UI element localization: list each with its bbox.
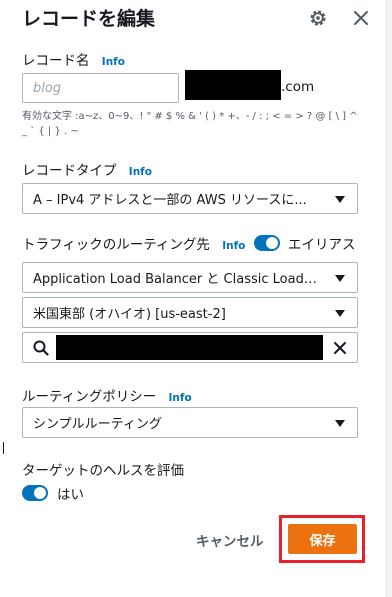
cancel-button[interactable]: キャンセル: [196, 530, 264, 550]
caret-down-icon: [335, 275, 345, 282]
domain-suffix: .com: [281, 79, 315, 95]
routing-policy-info-link[interactable]: Info: [169, 392, 192, 404]
endpoint-type-select[interactable]: Application Load Balancer と Classic Load…: [22, 262, 358, 293]
record-type-value: A – IPv4 アドレスと一部の AWS リソースに...: [33, 193, 307, 208]
region-select[interactable]: 米国東部 (オハイオ) [us-east-2]: [22, 297, 358, 328]
routing-policy-label: ルーティングポリシー Info: [22, 385, 192, 405]
record-type-label-text: レコードタイプ: [22, 163, 117, 179]
search-icon: [33, 340, 49, 356]
record-type-select[interactable]: A – IPv4 アドレスと一部の AWS リソースに...: [22, 183, 358, 214]
traffic-routing-info-link[interactable]: Info: [222, 240, 245, 252]
record-name-label: レコード名 Info: [22, 49, 125, 69]
health-check-toggle[interactable]: [22, 485, 48, 501]
record-name-hint: 有効な文字 :a~z、0~9、! " # $ % & ' ( ) * +、- /…: [22, 111, 358, 137]
record-name-info-link[interactable]: Info: [102, 56, 125, 68]
close-icon[interactable]: [350, 7, 372, 29]
caret-down-icon: [335, 420, 345, 427]
endpoint-type-value: Application Load Balancer と Classic Load…: [33, 272, 319, 287]
health-check-toggle-label: はい: [57, 487, 84, 503]
health-check-label: ターゲットのヘルスを評価: [22, 463, 184, 479]
caret-down-icon: [335, 196, 345, 203]
alias-label: エイリアス: [288, 237, 356, 253]
text-cursor: [3, 442, 4, 454]
traffic-routing-label-text: トラフィックのルーティング先: [22, 237, 210, 253]
record-name-label-text: レコード名: [22, 53, 90, 69]
record-type-label: レコードタイプ Info: [22, 159, 152, 179]
record-type-info-link[interactable]: Info: [129, 166, 152, 178]
routing-policy-value: シンプルルーティング: [33, 417, 162, 432]
toggle-knob: [34, 487, 46, 499]
scrollbar-track[interactable]: [386, 0, 392, 597]
edit-record-panel: レコードを編集 レコード名 Info .com 有効な文字 :a~z、0~9、!…: [0, 0, 386, 597]
gear-icon[interactable]: [307, 7, 329, 29]
routing-policy-label-text: ルーティングポリシー: [22, 389, 157, 405]
record-name-input[interactable]: [22, 73, 179, 103]
routing-policy-select[interactable]: シンプルルーティング: [22, 407, 358, 438]
close-icon[interactable]: [333, 341, 347, 355]
save-button[interactable]: 保存: [288, 524, 357, 554]
panel-title: レコードを編集: [22, 8, 156, 30]
alias-toggle[interactable]: [254, 235, 280, 251]
region-value: 米国東部 (オハイオ) [us-east-2]: [33, 307, 226, 322]
caret-down-icon: [335, 310, 345, 317]
redacted-domain: [185, 70, 281, 100]
toggle-knob: [266, 237, 278, 249]
traffic-routing-label: トラフィックのルーティング先 Info: [22, 233, 245, 253]
redacted-load-balancer: [56, 335, 323, 360]
